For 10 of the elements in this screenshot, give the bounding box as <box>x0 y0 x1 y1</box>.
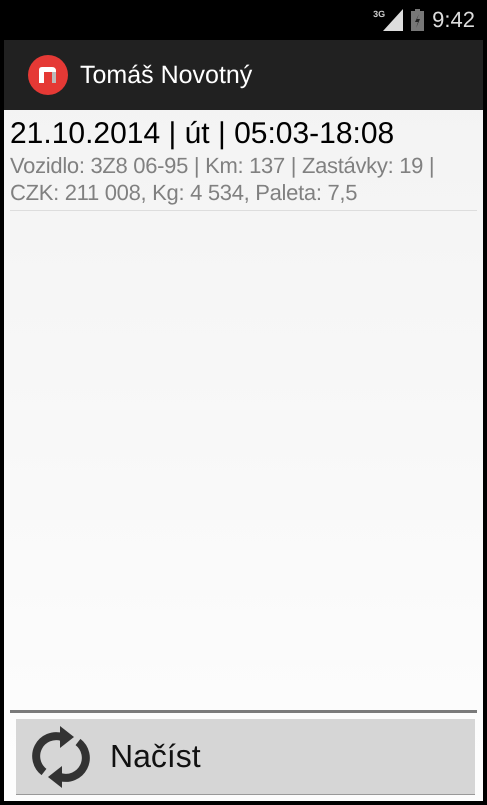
load-button[interactable]: Načíst <box>16 719 475 795</box>
network-type: 3G <box>373 9 386 19</box>
trip-title: 21.10.2014 | út | 05:03-18:08 <box>10 116 396 152</box>
trip-details: Vozidlo: 3Z8 06-95 | Km: 137 | Zastávky: 19 | CZK: 211 008, Kg: 4 534, Paleta: 7,5 <box>10 152 436 206</box>
user-name-title: Tomáš Novotný <box>80 60 252 90</box>
app-logo-icon <box>28 55 68 95</box>
refresh-icon <box>32 724 90 790</box>
battery-icon <box>411 9 424 31</box>
signal-icon <box>383 9 404 31</box>
status-time: 9:42 <box>432 7 475 33</box>
